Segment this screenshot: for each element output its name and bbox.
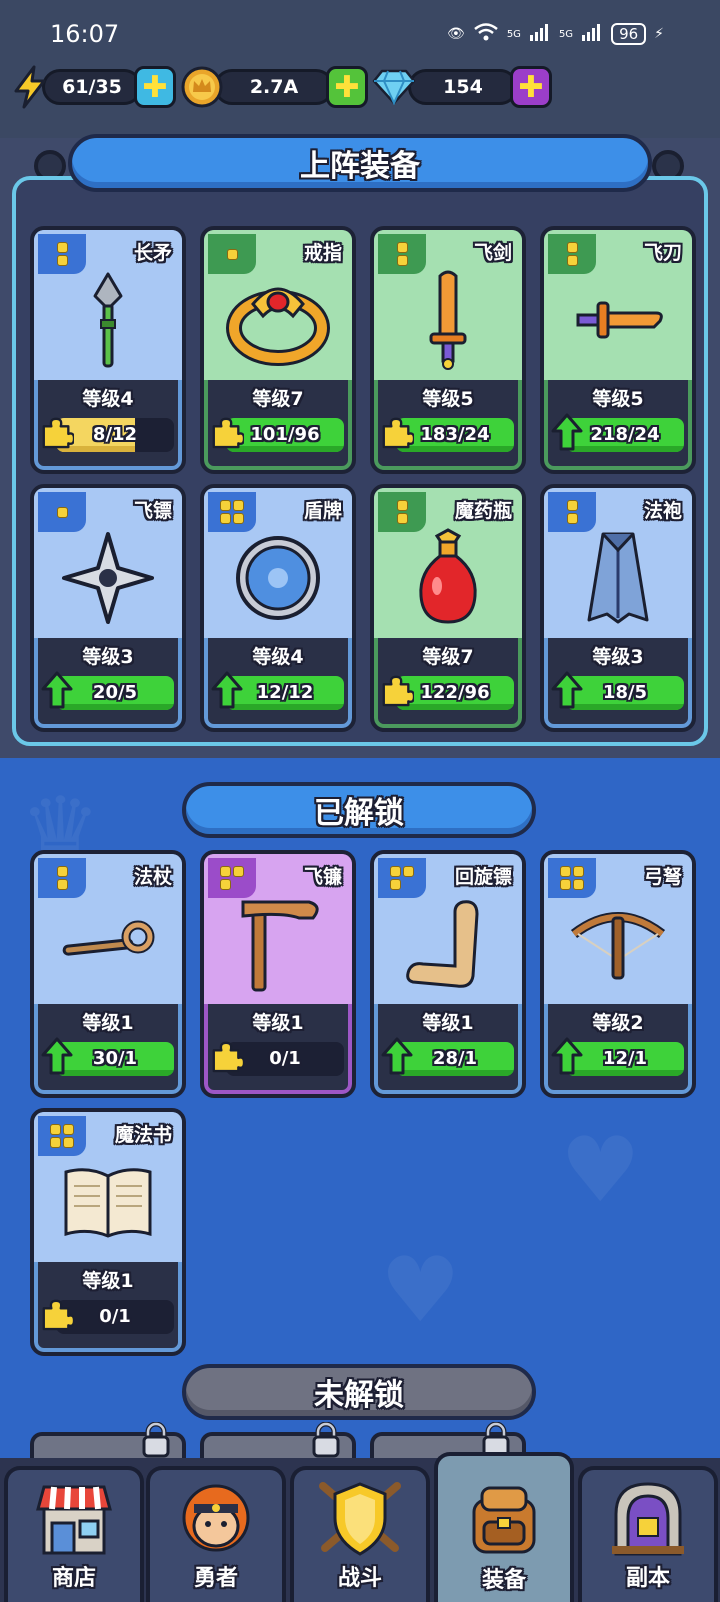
puzzle-piece-icon	[380, 670, 414, 710]
lightning-icon	[8, 65, 52, 109]
upgrade-arrow-icon	[550, 1036, 584, 1076]
boomerang-icon	[374, 884, 522, 1004]
upgrade-arrow-icon	[550, 670, 584, 710]
equipment-card[interactable]: 法袍 等级3 18/5	[540, 484, 696, 732]
puzzle-piece-icon	[210, 1036, 244, 1076]
lock-icon	[310, 1421, 342, 1458]
equipment-card[interactable]: 飞镖 等级3 20/5	[30, 484, 186, 732]
status-time: 16:07	[50, 20, 120, 48]
spellbook-icon	[34, 1142, 182, 1262]
net-label-2: 5G	[558, 28, 574, 40]
energy-counter: 61/35 ✚	[8, 65, 176, 109]
tab-hero[interactable]: 勇者	[146, 1466, 286, 1602]
scythe-icon	[204, 884, 352, 1004]
tab-equipment-label: 装备	[481, 1568, 526, 1593]
equipment-card[interactable]: 法杖 等级1 30/1	[30, 850, 186, 1098]
tab-dungeon[interactable]: 副本	[578, 1466, 718, 1602]
potion-icon	[374, 518, 522, 638]
upgrade-arrow-icon	[40, 670, 74, 710]
puzzle-piece-icon	[40, 412, 74, 452]
backpack-icon	[459, 1480, 549, 1560]
diamond-counter: 154 ✚	[372, 66, 552, 108]
battery-indicator: 96	[611, 23, 647, 45]
equipment-card[interactable]: 戒指 等级7 101/96	[200, 226, 356, 474]
upgrade-arrow-icon	[380, 1036, 414, 1076]
equipment-card[interactable]: 魔法书 等级1 0/1	[30, 1108, 186, 1356]
equipment-card[interactable]: 飞刀 等级5 218/24	[540, 226, 696, 474]
wifi-icon	[473, 22, 499, 46]
crown-coin-icon	[180, 65, 224, 109]
rarity-dots	[56, 506, 68, 518]
staff-icon	[34, 884, 182, 1004]
signal-icon	[581, 23, 603, 45]
upgrade-arrow-icon	[40, 1036, 74, 1076]
sword-icon	[374, 260, 522, 380]
locked-title: 未解锁	[182, 1364, 536, 1420]
bottom-nav: 商店 勇者 战斗 装备 副本	[0, 1452, 720, 1602]
diamond-icon	[372, 65, 416, 109]
equipment-card[interactable]: 魔药瓶 等级7 122/96	[370, 484, 526, 732]
unlocked-title: 已解锁	[182, 782, 536, 838]
equipment-card[interactable]: 盾牌 等级4 12/12	[200, 484, 356, 732]
shield-icon	[204, 518, 352, 638]
tab-battle-label: 战斗	[337, 1566, 382, 1591]
add-energy-button[interactable]: ✚	[134, 66, 176, 108]
coin-value: 2.7A	[214, 69, 334, 105]
diamond-value: 154	[408, 69, 518, 105]
tab-hero-label: 勇者	[193, 1566, 238, 1591]
puzzle-piece-icon	[380, 412, 414, 452]
battle-icon	[315, 1478, 405, 1558]
equipment-card[interactable]: 弓弩 等级2 12/1	[540, 850, 696, 1098]
puzzle-piece-icon	[40, 1294, 74, 1334]
crossbow-icon	[544, 884, 692, 1004]
top-area: 16:07 👁 5G 5G 96 ⚡ 61/35 ✚ 2.7A ✚ 154 ✚	[0, 0, 720, 138]
dagger-icon	[544, 260, 692, 380]
dungeon-icon	[603, 1478, 693, 1558]
charging-icon: ⚡	[654, 26, 664, 42]
rarity-dots	[226, 248, 238, 260]
tab-equipment[interactable]: 装备	[434, 1452, 574, 1602]
add-coins-button[interactable]: ✚	[326, 66, 368, 108]
tab-shop[interactable]: 商店	[4, 1466, 144, 1602]
add-diamonds-button[interactable]: ✚	[510, 66, 552, 108]
net-label-1: 5G	[506, 28, 521, 40]
robe-icon	[544, 518, 692, 638]
status-bar: 16:07 👁 5G 5G 96 ⚡	[0, 0, 720, 62]
tab-dungeon-label: 副本	[625, 1566, 670, 1591]
equipment-card[interactable]: 飞剑 等级5 183/24	[370, 226, 526, 474]
status-icons: 👁 5G 5G 96 ⚡	[447, 22, 664, 46]
equipped-title: 上阵装备	[68, 134, 652, 192]
hero-icon	[171, 1478, 261, 1558]
spear-icon	[34, 260, 182, 380]
lock-icon	[140, 1421, 172, 1458]
energy-value: 61/35	[42, 69, 142, 105]
equipment-card[interactable]: 回旋镖 等级1 28/1	[370, 850, 526, 1098]
eye-icon: 👁	[447, 26, 465, 42]
upgrade-arrow-icon	[210, 670, 244, 710]
shuriken-icon	[34, 518, 182, 638]
shop-icon	[29, 1478, 119, 1558]
tab-battle[interactable]: 战斗	[290, 1466, 430, 1602]
equipment-card[interactable]: 飞镰 等级1 0/1	[200, 850, 356, 1098]
equipment-card[interactable]: 长矛 等级4 8/12	[30, 226, 186, 474]
coin-counter: 2.7A ✚	[180, 66, 368, 108]
ring-icon	[204, 260, 352, 380]
signal-icon	[529, 23, 551, 45]
tab-shop-label: 商店	[51, 1566, 96, 1591]
puzzle-piece-icon	[210, 412, 244, 452]
upgrade-arrow-icon	[550, 412, 584, 452]
